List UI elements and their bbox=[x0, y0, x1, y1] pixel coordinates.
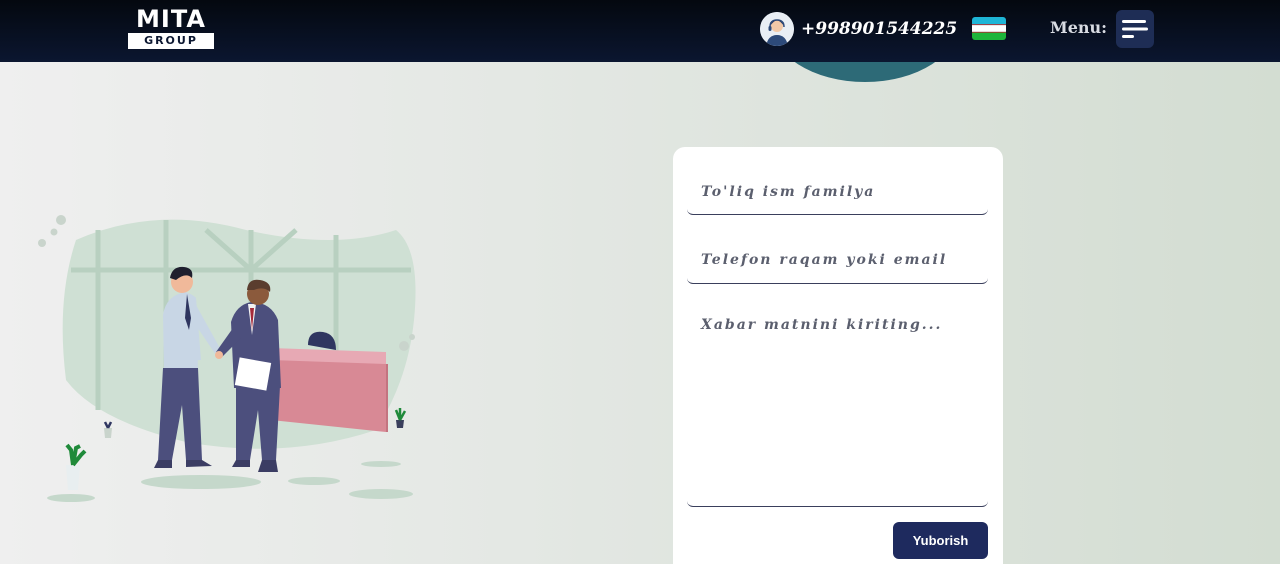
message-textarea[interactable] bbox=[687, 307, 988, 507]
menu-button[interactable] bbox=[1116, 10, 1154, 48]
logo[interactable]: MITA GROUP bbox=[128, 6, 214, 50]
contact-form: Yuborish bbox=[673, 147, 1003, 564]
submit-button[interactable]: Yuborish bbox=[893, 522, 988, 559]
phone-number[interactable]: +998901544225 bbox=[801, 19, 957, 39]
full-name-input[interactable] bbox=[687, 169, 988, 215]
menu-label: Menu: bbox=[1050, 18, 1108, 37]
handshake-illustration bbox=[36, 210, 426, 510]
top-header: MITA GROUP +998901544225 Menu: bbox=[0, 0, 1280, 62]
logo-text-bottom: GROUP bbox=[128, 33, 214, 49]
uzbekistan-flag-icon[interactable] bbox=[972, 17, 1006, 40]
support-agent-icon bbox=[760, 12, 794, 46]
phone-or-email-input[interactable] bbox=[687, 237, 988, 284]
contact-phone[interactable]: +998901544225 bbox=[760, 12, 957, 46]
hamburger-menu-icon bbox=[1122, 20, 1148, 38]
logo-text-top: MITA bbox=[136, 5, 206, 33]
